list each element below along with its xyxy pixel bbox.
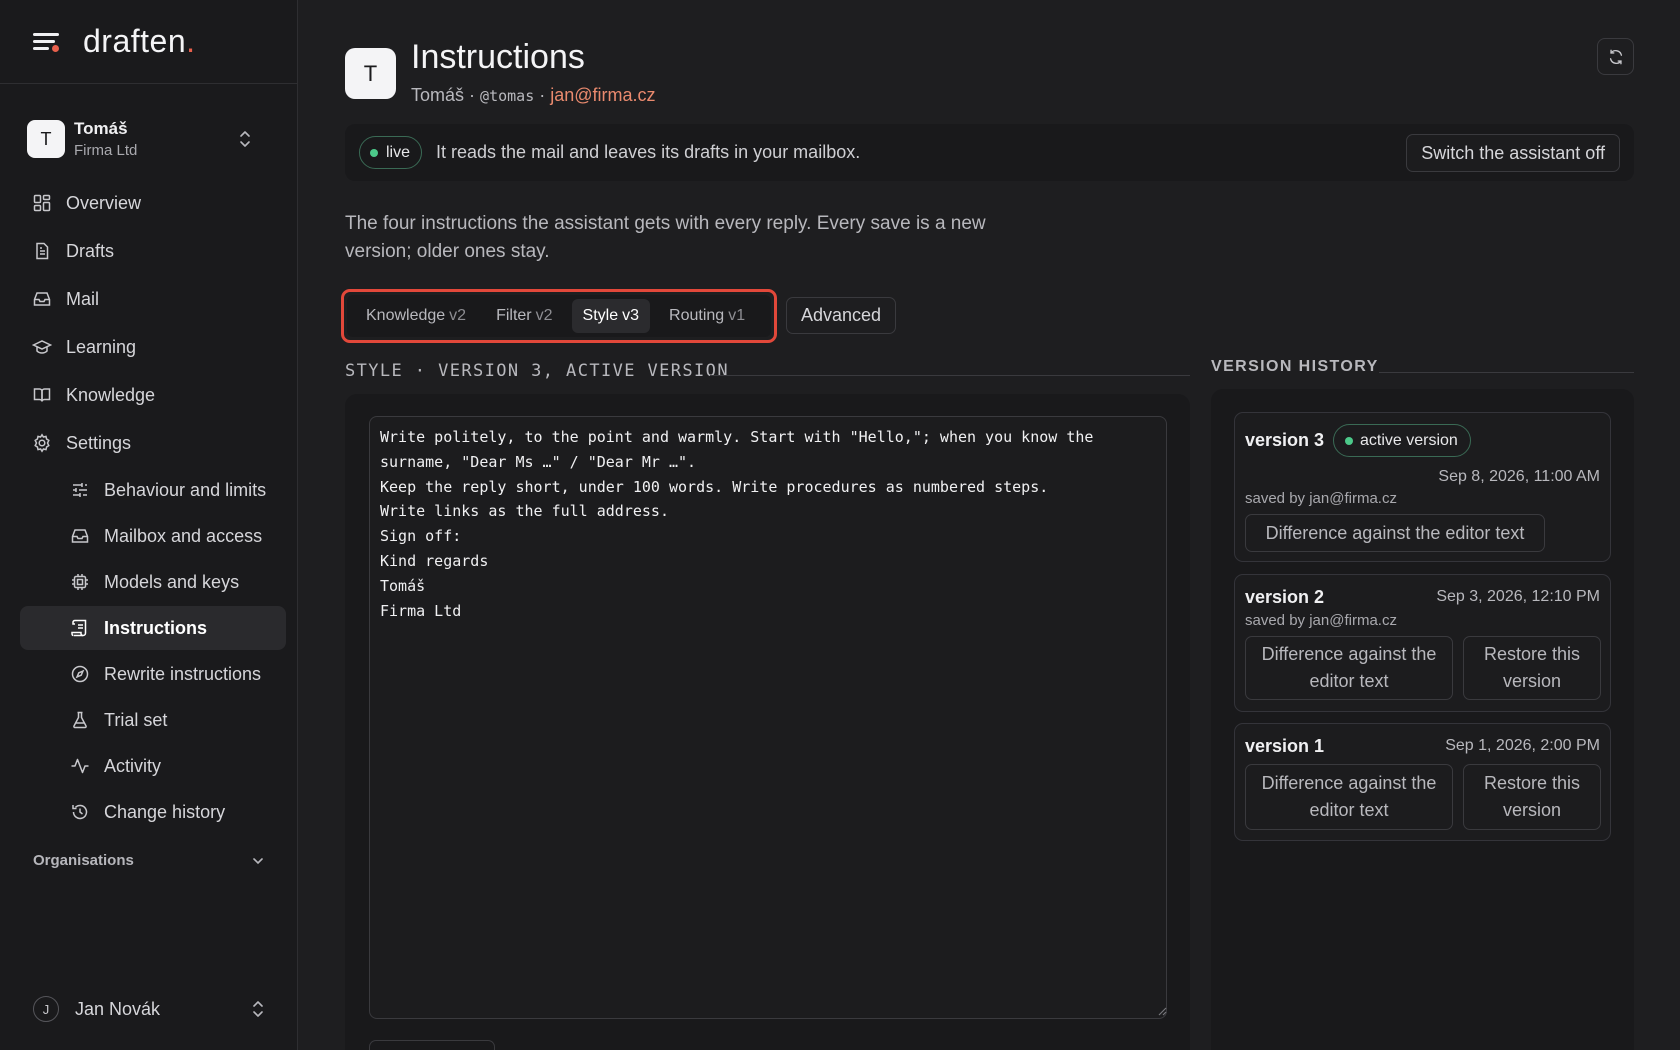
nav-mail[interactable]: Mail [20, 276, 286, 322]
organisations-toggle[interactable]: Organisations [33, 852, 265, 869]
book-icon [33, 388, 51, 402]
active-version-badge: active version [1333, 424, 1471, 457]
app-logo[interactable]: draften. [83, 23, 196, 60]
owner-email[interactable]: jan@firma.cz [550, 85, 655, 105]
diff-button[interactable]: Difference against the editor text [1245, 636, 1453, 700]
editor-panel: Write politely, to the point and warmly.… [345, 394, 1190, 1050]
version-card-3: version 3 active version Sep 8, 2026, 11… [1234, 412, 1611, 562]
divider [1379, 372, 1634, 373]
version-name: version 3 [1245, 430, 1325, 450]
nav-activity[interactable]: Activity [20, 744, 286, 788]
advanced-button[interactable]: Advanced [786, 297, 897, 334]
refresh-icon [1609, 49, 1622, 64]
chevron-down-icon [253, 857, 263, 864]
version-card-2: version 2 Sep 3, 2026, 12:10 PM saved by… [1234, 574, 1611, 712]
tab-style[interactable]: Style v3 [571, 299, 651, 333]
chevron-up-down-icon [253, 1001, 263, 1017]
inbox-icon [71, 529, 89, 543]
chip-icon [72, 574, 88, 590]
version-date: Sep 8, 2026, 11:00 AM [1438, 468, 1600, 485]
version-card-1: version 1 Sep 1, 2026, 2:00 PM Differenc… [1234, 723, 1611, 841]
live-status-badge: live [359, 136, 423, 169]
version-history-panel: version 3 active version Sep 8, 2026, 11… [1211, 389, 1634, 1050]
user-menu[interactable]: J Jan Novák [33, 994, 265, 1024]
sidebar: draften. T Tomáš Firma Ltd Overview Draf… [0, 0, 298, 1050]
version-name: version 1 [1245, 736, 1325, 756]
gear-icon [34, 433, 50, 453]
divider [710, 375, 1190, 376]
page-avatar: T [345, 48, 396, 99]
account-switcher[interactable]: T Tomáš Firma Ltd [27, 116, 272, 162]
flask-icon [73, 711, 87, 729]
version-date: Sep 1, 2026, 2:00 PM [1445, 737, 1600, 754]
instruction-tabs: Knowledge v2 Filter v2 Style v3 Routing v1 [347, 295, 771, 337]
tab-routing[interactable]: Routing v1 [658, 299, 756, 333]
diff-button[interactable]: Difference against the editor text [1245, 514, 1545, 552]
switch-assistant-off-button[interactable]: Switch the assistant off [1406, 134, 1620, 172]
graduation-cap-icon [32, 340, 52, 354]
page-subtitle: Tomáš · @tomas · jan@firma.cz [411, 85, 656, 105]
nav-mailbox-and-access[interactable]: Mailbox and access [20, 514, 286, 558]
restore-version-button[interactable]: Restore this version [1463, 764, 1601, 830]
version-history-label: VERSION HISTORY [1211, 358, 1379, 375]
tab-filter[interactable]: Filter v2 [485, 299, 563, 333]
instruction-tabs-highlight: Knowledge v2 Filter v2 Style v3 Routing v1 [341, 289, 777, 343]
nav-drafts[interactable]: Drafts [20, 228, 286, 274]
inbox-icon [33, 292, 51, 306]
nav-models-and-keys[interactable]: Models and keys [20, 560, 286, 604]
owner-handle: @tomas [480, 87, 535, 105]
diff-button[interactable]: Difference against the editor text [1245, 764, 1453, 830]
menu-icon[interactable] [33, 32, 59, 52]
nav-settings[interactable]: Settings [20, 420, 286, 466]
save-button[interactable] [369, 1040, 495, 1050]
editor-section-label: STYLE · VERSION 3, ACTIVE VERSION [345, 361, 729, 381]
main-nav: Overview Drafts Mail Learning Knowledge … [20, 180, 286, 836]
account-name: Tomáš [74, 119, 128, 138]
nav-instructions[interactable]: Instructions [20, 606, 286, 650]
account-org: Firma Ltd [74, 142, 138, 159]
instruction-editor[interactable]: Write politely, to the point and warmly.… [369, 416, 1167, 1019]
tab-knowledge[interactable]: Knowledge v2 [355, 299, 477, 333]
restore-version-button[interactable]: Restore this version [1463, 636, 1601, 700]
status-bar: live It reads the mail and leaves its dr… [345, 124, 1634, 181]
compass-icon [71, 665, 89, 683]
user-avatar: J [33, 996, 59, 1022]
owner-name: Tomáš [411, 85, 465, 105]
version-saved-by: saved by jan@firma.cz [1245, 490, 1397, 507]
nav-learning[interactable]: Learning [20, 324, 286, 370]
version-date: Sep 3, 2026, 12:10 PM [1436, 588, 1600, 605]
brand-bar: draften. [0, 0, 297, 84]
grid-icon [33, 194, 51, 212]
chevron-up-down-icon [240, 131, 250, 147]
document-icon [36, 242, 49, 260]
user-name: Jan Novák [75, 998, 161, 1019]
nav-knowledge[interactable]: Knowledge [20, 372, 286, 418]
nav-overview[interactable]: Overview [20, 180, 286, 226]
nav-behaviour-and-limits[interactable]: Behaviour and limits [20, 468, 286, 512]
page-description: The four instructions the assistant gets… [345, 213, 986, 262]
version-name: version 2 [1245, 587, 1325, 607]
sliders-icon [73, 483, 87, 497]
resize-handle-icon[interactable] [1157, 1006, 1167, 1016]
refresh-button[interactable] [1597, 38, 1634, 75]
history-icon [72, 804, 88, 820]
status-text: It reads the mail and leaves its drafts … [436, 142, 861, 162]
nav-change-history[interactable]: Change history [20, 790, 286, 834]
account-avatar: T [27, 120, 65, 158]
page-title: Instructions [411, 38, 585, 76]
version-saved-by: saved by jan@firma.cz [1245, 612, 1397, 629]
nav-rewrite-instructions[interactable]: Rewrite instructions [20, 652, 286, 696]
activity-icon [71, 758, 89, 774]
nav-trial-set[interactable]: Trial set [20, 698, 286, 742]
scroll-icon [71, 619, 87, 637]
